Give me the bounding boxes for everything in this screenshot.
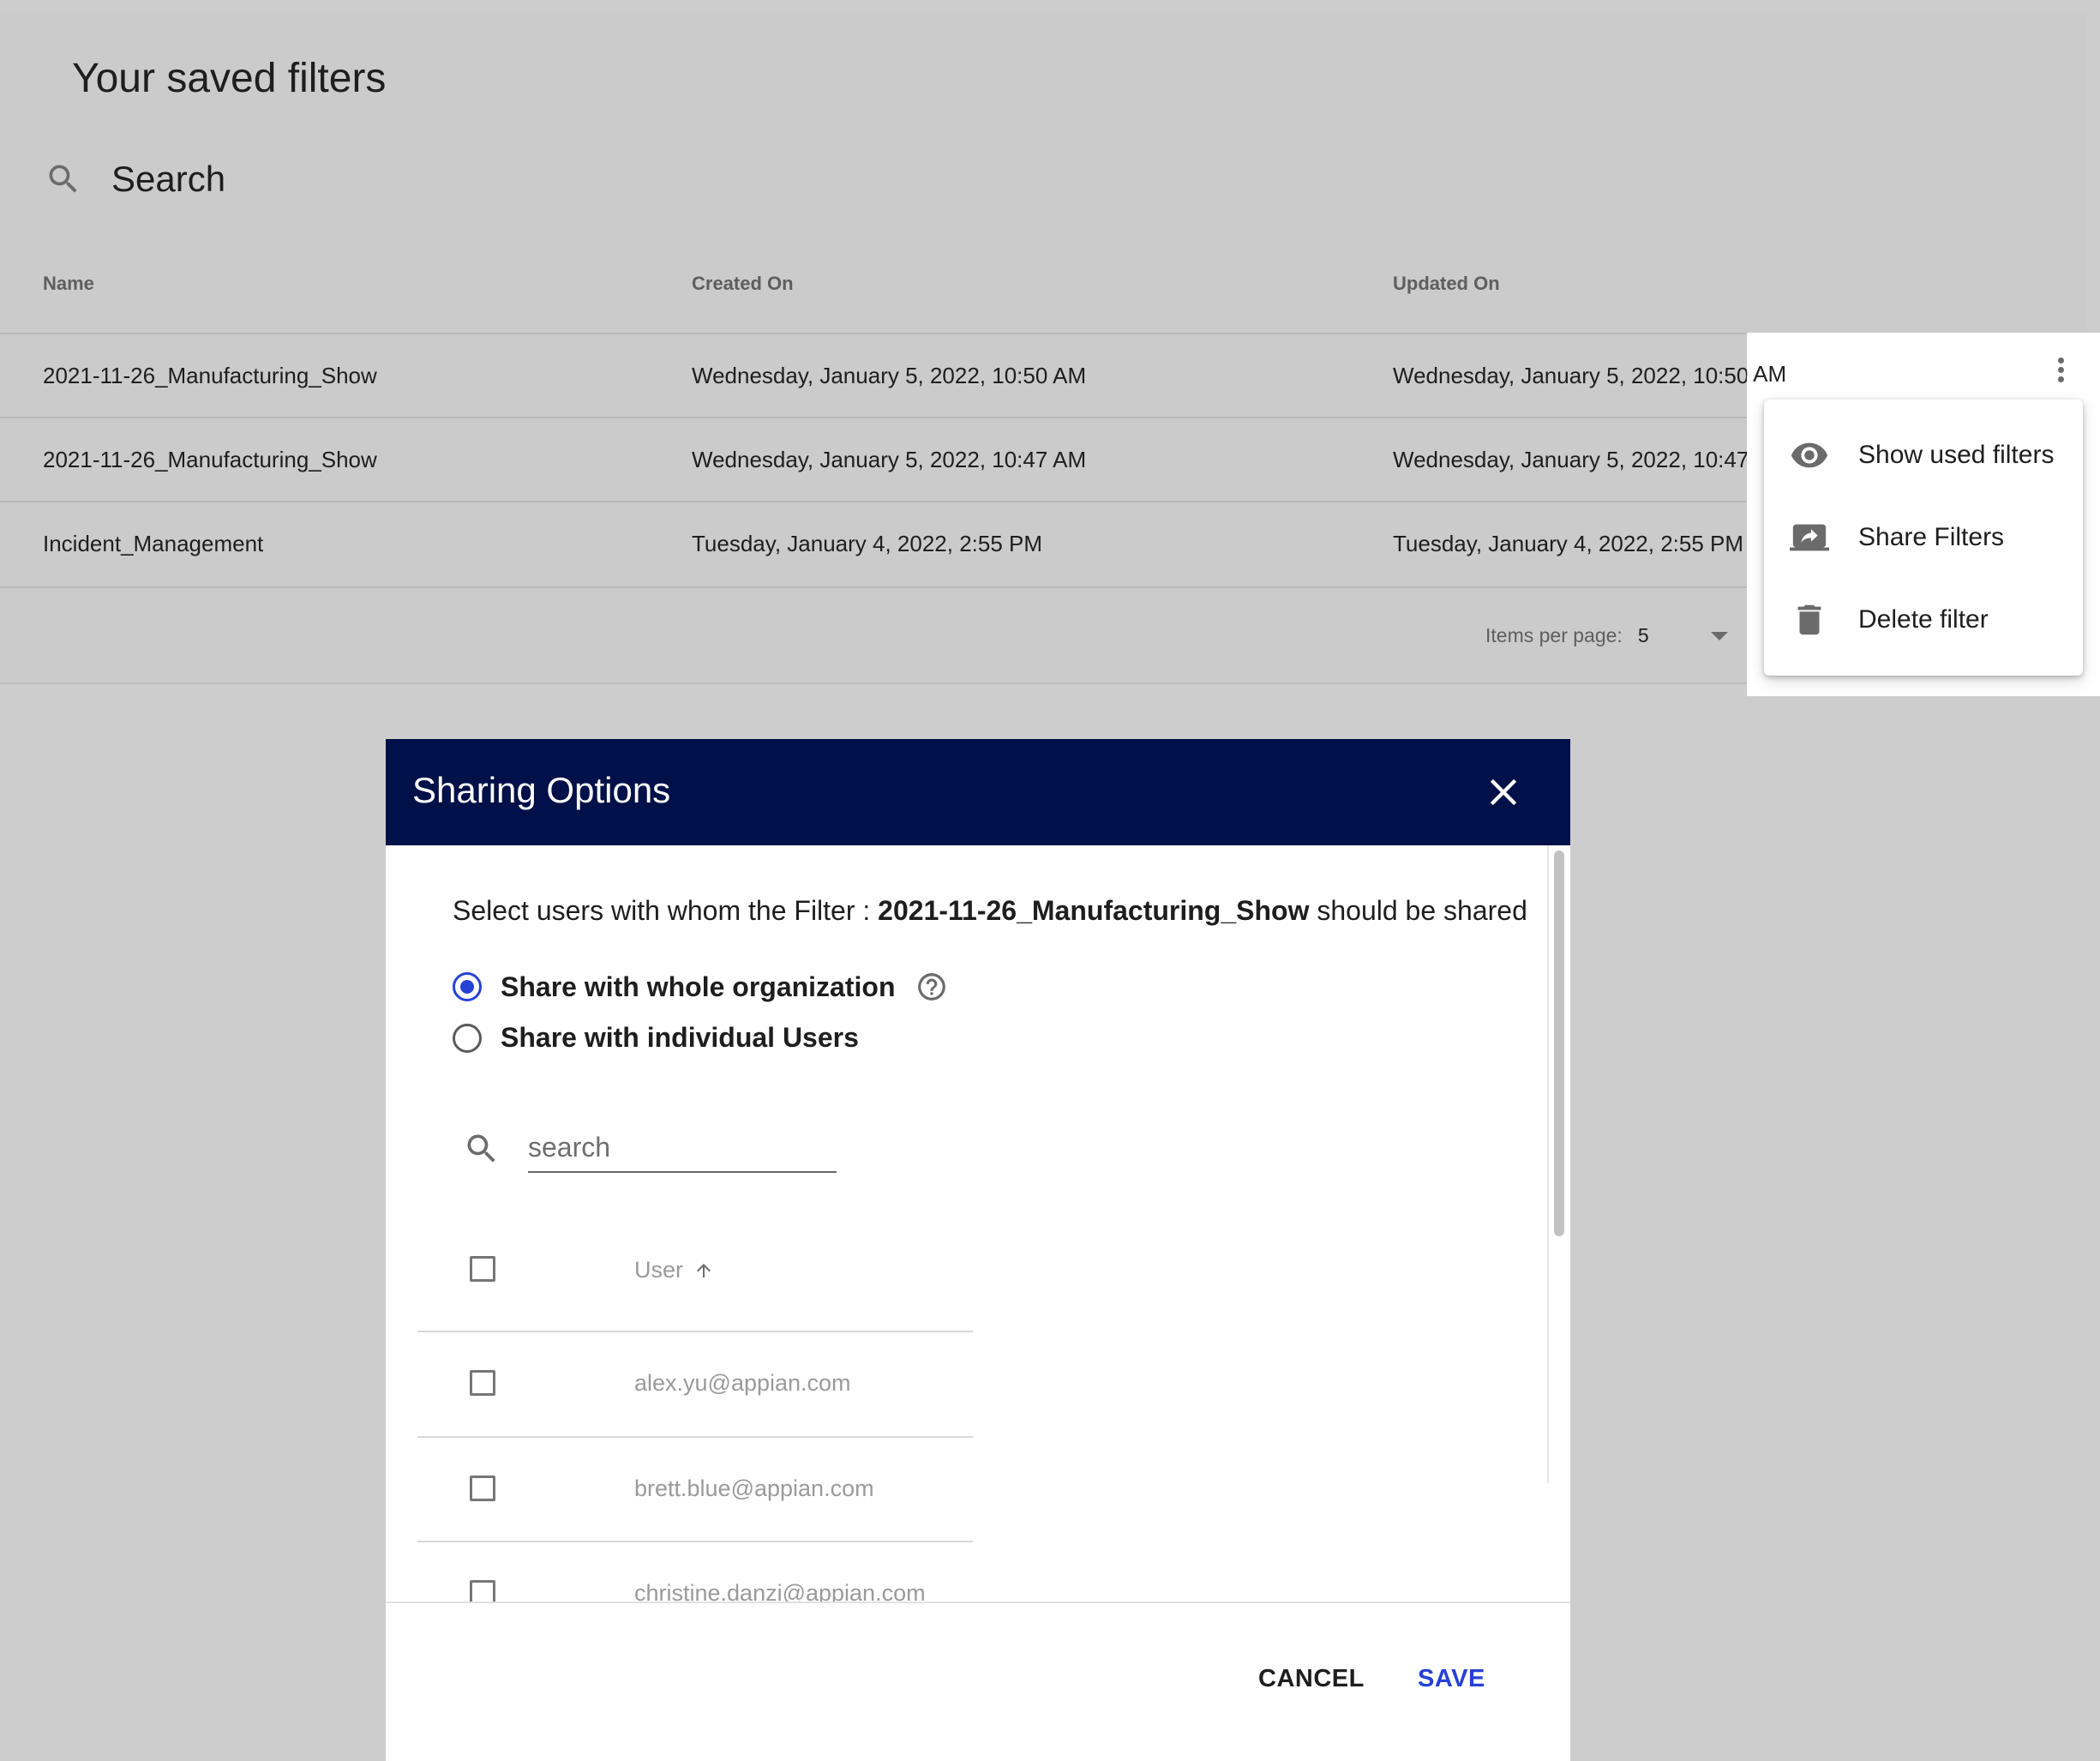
eye-icon (1791, 442, 1828, 468)
dialog-title: Sharing Options (412, 770, 671, 810)
search-label[interactable]: Search (111, 159, 225, 200)
search-bar[interactable]: Search (45, 149, 225, 209)
page-title: Your saved filters (72, 56, 387, 101)
arrow-up-icon (697, 1263, 711, 1277)
select-all-checkbox[interactable] (470, 1256, 495, 1282)
radio-label: Share with whole organization (501, 971, 896, 1002)
menu-item-delete-filter[interactable]: Delete filter (1764, 581, 2083, 658)
row-updated: Wednesday, January 5, 2022, 10:47 AM (1393, 447, 1788, 472)
menu-item-label: Show used filters (1858, 441, 2055, 469)
column-header-name[interactable]: Name (43, 273, 94, 295)
items-per-page-select[interactable]: 5 (1638, 624, 1649, 647)
row-updated-highlight: Wednesday, January 5, 2022, 10:50 AM (1747, 361, 1787, 387)
menu-item-label: Delete filter (1858, 605, 1989, 634)
description-suffix: should be shared (1309, 895, 1527, 926)
menu-item-share-filters[interactable]: Share Filters (1764, 499, 2083, 576)
row-created: Wednesday, January 5, 2022, 10:47 AM (692, 447, 1087, 472)
dialog-footer (386, 1602, 1570, 1761)
row-created: Tuesday, January 4, 2022, 2:55 PM (692, 531, 1043, 556)
table-divider (417, 1331, 973, 1332)
dialog-header: Sharing Options (386, 739, 1570, 845)
menu-item-label: Share Filters (1858, 523, 2005, 551)
trash-icon (1797, 604, 1821, 635)
search-icon (467, 1134, 495, 1163)
more-vert-icon[interactable] (2052, 355, 2069, 389)
cancel-button[interactable]: CANCEL (1258, 1665, 1365, 1693)
radio-label: Share with individual Users (501, 1022, 859, 1053)
row-context-menu: Show used filters Share Filters Delete f… (1764, 400, 2083, 676)
scrollbar-track (1547, 845, 1549, 1483)
row-name: 2021-11-26_Manufacturing_Show (43, 363, 377, 388)
description-prefix: Select users with whom the Filter : (453, 895, 879, 926)
dialog-description: Select users with whom the Filter : 2021… (453, 895, 1527, 927)
items-per-page-label: Items per page: (1485, 624, 1623, 646)
user-column-label: User (634, 1257, 684, 1283)
radio-share-individual[interactable]: Share with individual Users (453, 1022, 859, 1054)
sharing-options-dialog: Sharing Options Select users with whom t… (386, 739, 1570, 1761)
row-updated: Tuesday, January 4, 2022, 2:55 PM (1393, 531, 1744, 556)
table-divider (417, 1541, 973, 1542)
save-button[interactable]: SAVE (1418, 1665, 1485, 1693)
chevron-down-icon[interactable] (1710, 631, 1728, 640)
row-name: 2021-11-26_Manufacturing_Show (43, 447, 377, 472)
column-header-created[interactable]: Created On (692, 273, 794, 295)
share-screen-icon (1790, 524, 1829, 551)
radio-share-organization[interactable]: Share with whole organization (453, 971, 948, 1003)
user-checkbox[interactable] (470, 1476, 495, 1501)
user-search-input[interactable] (528, 1123, 837, 1173)
radio-selected[interactable] (453, 972, 482, 1001)
menu-item-show-used-filters[interactable]: Show used filters (1764, 417, 2083, 494)
user-checkbox[interactable] (470, 1370, 495, 1396)
table-divider (417, 1436, 973, 1438)
scrollbar[interactable] (1554, 850, 1564, 1236)
filter-name: 2021-11-26_Manufacturing_Show (878, 895, 1310, 926)
radio-unselected[interactable] (453, 1023, 482, 1053)
user-email: brett.blue@appian.com (634, 1476, 874, 1501)
column-header-updated[interactable]: Updated On (1393, 273, 1500, 295)
search-icon (49, 165, 77, 193)
row-created: Wednesday, January 5, 2022, 10:50 AM (692, 363, 1087, 388)
row-updated: Wednesday, January 5, 2022, 10:50 AM (1393, 363, 1788, 388)
items-per-page: Items per page: 5 (1485, 624, 1728, 647)
user-column-header[interactable]: User (634, 1257, 714, 1283)
user-email: alex.yu@appian.com (634, 1370, 851, 1396)
row-name: Incident_Management (43, 531, 264, 556)
close-icon[interactable] (1481, 770, 1526, 814)
help-icon[interactable] (915, 971, 948, 1003)
